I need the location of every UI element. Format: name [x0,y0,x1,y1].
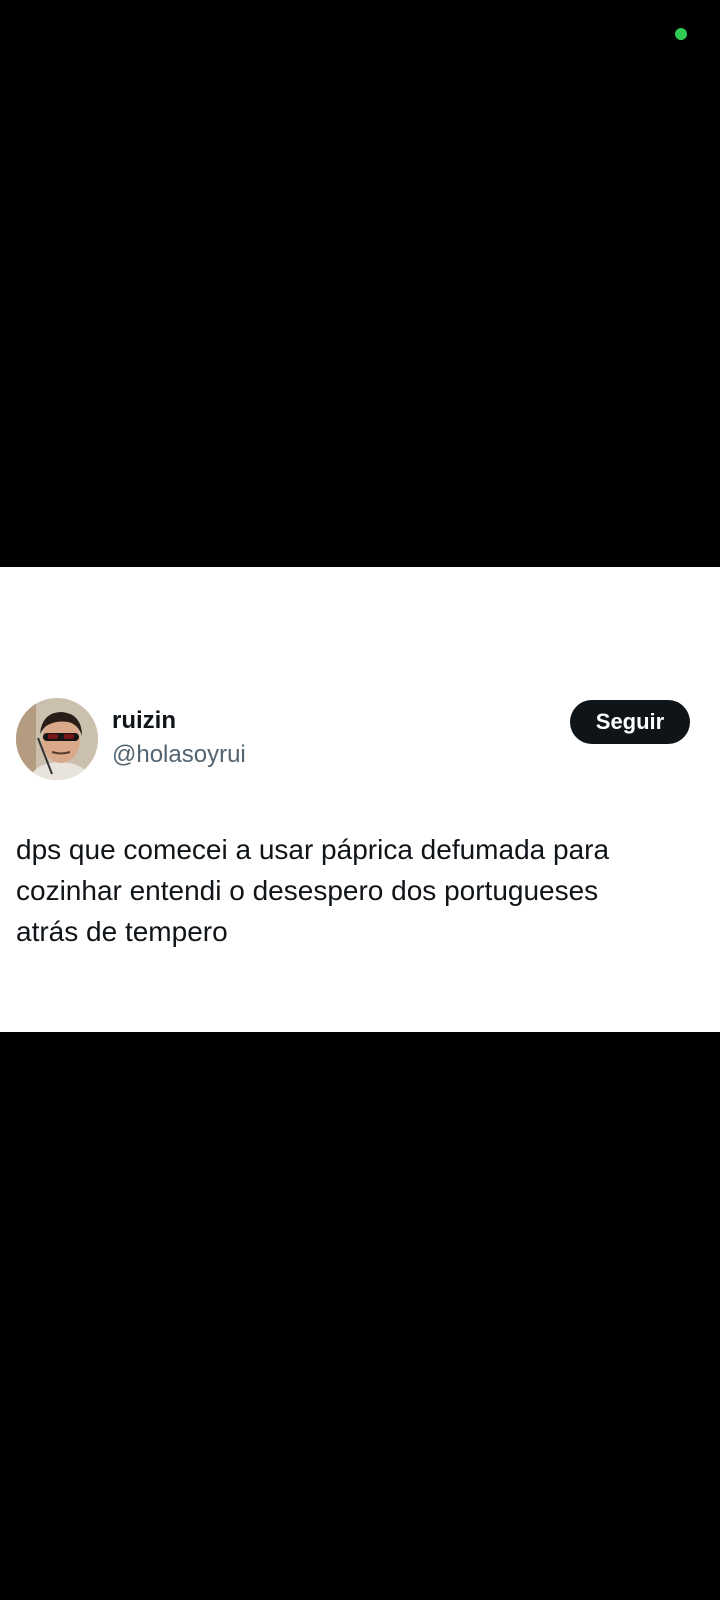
privacy-indicator-dot [675,28,687,40]
tweet-text-line: dps que comecei a usar páprica defumada … [16,834,610,865]
follow-button[interactable]: Seguir [570,700,690,744]
tweet-text-line: cozinhar entendi o desespero dos portugu… [16,875,599,906]
top-black-area [0,0,720,567]
user-handle[interactable]: @holasoyrui [112,741,246,769]
avatar[interactable] [16,698,98,780]
display-name[interactable]: ruizin [112,707,176,735]
tweet-card: ruizin @holasoyrui Seguir dps que comece… [0,567,720,1032]
tweet-text-line: atrás de tempero [16,916,228,947]
tweet-text: dps que comecei a usar páprica defumada … [16,829,706,952]
bottom-black-area [0,1032,720,1600]
